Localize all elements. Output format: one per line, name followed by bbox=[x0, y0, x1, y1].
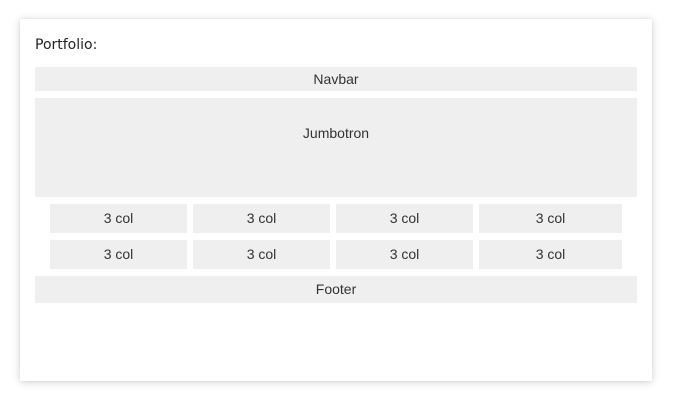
col-block: 3 col bbox=[193, 240, 330, 269]
navbar-block: Navbar bbox=[35, 67, 637, 91]
col-block: 3 col bbox=[336, 240, 473, 269]
page-title: Portfolio: bbox=[35, 37, 98, 53]
col-block: 3 col bbox=[479, 204, 622, 233]
jumbotron-label: Jumbotron bbox=[302, 125, 370, 141]
portfolio-card: Portfolio: Navbar Jumbotron 3 col 3 col … bbox=[20, 19, 652, 381]
footer-block: Footer bbox=[35, 276, 637, 303]
col-block: 3 col bbox=[50, 240, 187, 269]
col-block: 3 col bbox=[336, 204, 473, 233]
col-block: 3 col bbox=[50, 204, 187, 233]
col-block: 3 col bbox=[193, 204, 330, 233]
jumbotron-block: Jumbotron bbox=[35, 98, 637, 197]
col-block: 3 col bbox=[479, 240, 622, 269]
